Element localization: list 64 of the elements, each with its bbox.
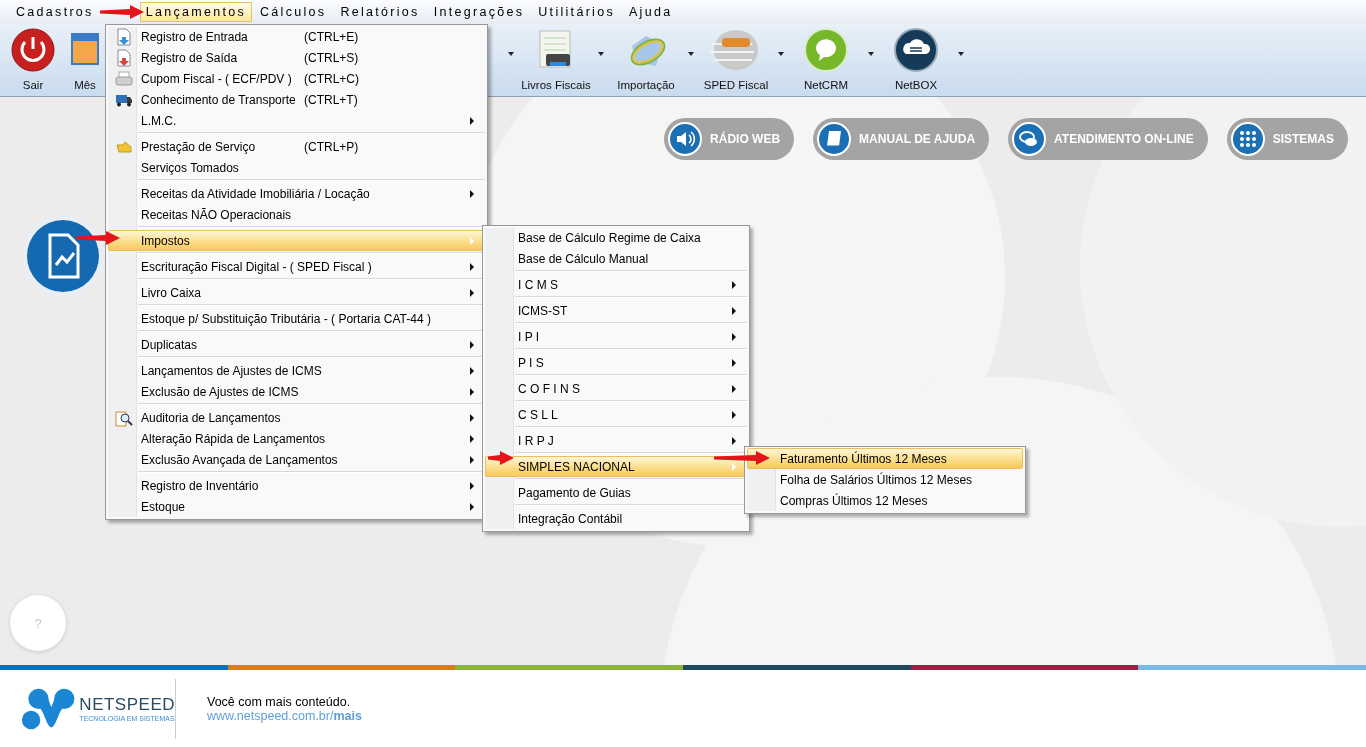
menu-item[interactable]: C O F I N S	[485, 378, 747, 399]
menu-bar-item[interactable]: Integrações	[427, 2, 531, 22]
cloud-box-icon	[894, 28, 938, 72]
menu-item[interactable]: ICMS-ST	[485, 300, 747, 321]
menu-item[interactable]: Registro de Entrada (CTRL+E)	[108, 26, 485, 47]
menu-item[interactable]: Base de Cálculo Manual	[485, 248, 747, 269]
speaker-icon	[668, 122, 703, 156]
printer-icon	[115, 70, 133, 87]
menu-item[interactable]: Faturamento Últimos 12 Meses	[747, 448, 1023, 469]
menu-bar-item[interactable]: Cálculos	[254, 2, 333, 22]
document-arrow-icon	[116, 48, 132, 67]
pointer-arrow-icon	[488, 451, 514, 465]
chat-bubbles-icon	[1012, 122, 1047, 156]
hand-icon	[116, 140, 132, 153]
toolbar-button[interactable]: Sair	[0, 24, 66, 96]
menu-bar-item[interactable]: Relatórios	[334, 2, 426, 22]
menu-item[interactable]: Folha de Salários Últimos 12 Meses	[747, 469, 1023, 490]
dropdown-caret-icon[interactable]	[598, 52, 604, 56]
toolbar-button[interactable]: Livros Fiscais	[520, 24, 592, 96]
menu-item[interactable]: Prestação de Serviço (CTRL+P)	[108, 136, 485, 157]
menu-item[interactable]: Cupom Fiscal - ( ECF/PDV ) (CTRL+C)	[108, 68, 485, 89]
menu-item[interactable]: Estoque p/ Substituição Tributária - ( Portaria CAT-44 )	[108, 308, 485, 329]
menu-bar-item[interactable]: Lançamentos	[139, 2, 253, 22]
brand-name: NETSPEED	[79, 695, 175, 715]
menu-item[interactable]: Impostos	[108, 230, 485, 251]
menu-item[interactable]: Integração Contábil	[485, 508, 747, 529]
apps-grid-icon	[1230, 122, 1265, 156]
menu-item[interactable]: Base de Cálculo Regime de Caixa	[485, 227, 747, 248]
footer-headline: Você com mais conteúdo.	[207, 694, 352, 709]
menu-item[interactable]: P I S	[485, 352, 747, 373]
pointer-arrow-icon	[99, 5, 144, 19]
menu-bar-item[interactable]: Utilitários	[532, 2, 621, 22]
menu-item[interactable]: Serviços Tomados	[108, 157, 485, 178]
document-arrow-icon	[116, 27, 132, 46]
menu-bar-item[interactable]: Cadastros	[10, 2, 100, 22]
menu-item[interactable]: Receitas NÃO Operacionais	[108, 204, 485, 225]
chat-bubble-icon	[804, 28, 848, 72]
dropdown-caret-icon[interactable]	[688, 52, 694, 56]
magnifier-document-icon	[115, 408, 133, 427]
power-icon	[11, 28, 55, 72]
menu-item[interactable]: C S L L	[485, 404, 747, 425]
menu-item[interactable]: Conhecimento de Transporte (CTRL+T)	[108, 89, 485, 110]
truck-icon	[115, 92, 133, 107]
toolbar-button[interactable]: NetCRM	[790, 24, 862, 96]
menu-bar-item[interactable]: Ajuda	[623, 2, 679, 22]
menu-item[interactable]: I P I	[485, 326, 747, 347]
toolbar-button[interactable]: NetBOX	[880, 24, 952, 96]
toolbar-button[interactable]: Importação	[610, 24, 682, 96]
toolbar-button[interactable]: SPED Fiscal	[700, 24, 772, 96]
pointer-arrow-icon	[76, 231, 120, 245]
dropdown-caret-icon[interactable]	[868, 52, 874, 56]
menu-item[interactable]: SIMPLES NACIONAL	[485, 456, 747, 477]
menu-item[interactable]: Receitas da Atividade Imobiliária / Locação	[108, 183, 485, 204]
menu-item[interactable]: I C M S	[485, 274, 747, 295]
dropdown-caret-icon[interactable]	[778, 52, 784, 56]
book-icon	[817, 122, 852, 156]
toolbar-button[interactable]: Mês	[66, 24, 104, 96]
dropdown-caret-icon[interactable]	[958, 52, 964, 56]
menu-item[interactable]: Compras Últimos 12 Meses	[747, 490, 1023, 511]
dropdown-caret-icon[interactable]	[508, 52, 514, 56]
menu-item[interactable]: L.M.C.	[108, 110, 485, 131]
menu-item[interactable]: Pagamento de Guias	[485, 482, 747, 503]
menu-item[interactable]: Registro de Saída (CTRL+S)	[108, 47, 485, 68]
pointer-arrow-icon	[714, 451, 770, 465]
